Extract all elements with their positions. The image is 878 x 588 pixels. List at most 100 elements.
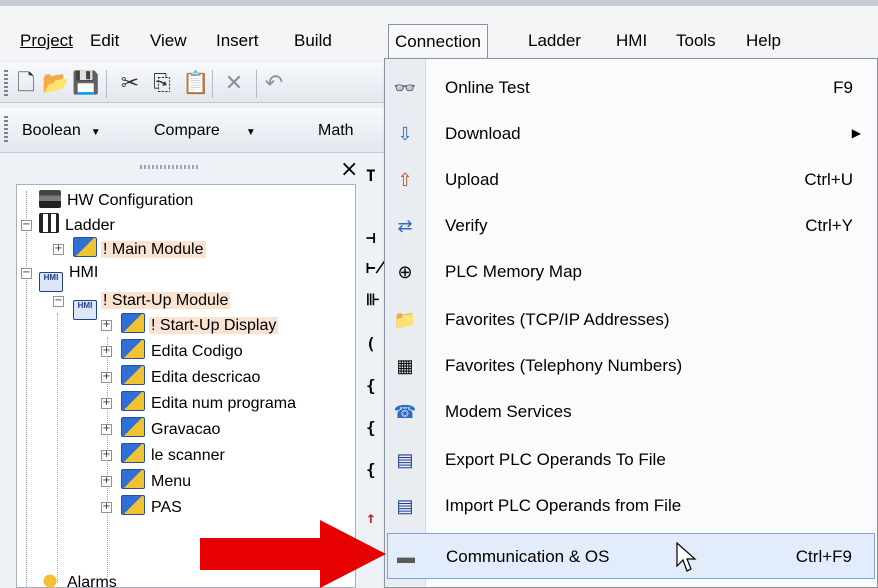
menu-build[interactable]: Build — [288, 26, 338, 56]
menu-item-favorites-telephony[interactable]: ▦ Favorites (Telephony Numbers) — [387, 343, 875, 389]
compare-dropdown[interactable]: Compare ▼ — [154, 118, 256, 144]
toolbar-grip[interactable] — [4, 116, 8, 142]
menu-item-import-operands[interactable]: ▤ Import PLC Operands from File — [387, 483, 875, 529]
verify-icon: ⇄ — [397, 216, 413, 236]
menu-item-label: Download — [445, 124, 521, 143]
set-coil-icon[interactable]: { — [366, 376, 376, 395]
tree-node-le-scanner[interactable]: le scanner — [121, 443, 227, 467]
menu-item-communication-os[interactable]: ▬ Communication & OS Ctrl+F9 — [387, 533, 875, 579]
p-contact-icon[interactable]: ⊪ — [366, 290, 380, 309]
menu-build-label: Build — [294, 31, 332, 50]
display-icon — [121, 391, 145, 411]
expand-icon[interactable]: + — [101, 346, 112, 357]
menu-ladder[interactable]: Ladder — [522, 26, 587, 56]
tree-node-start-up-display[interactable]: ! Start-Up Display — [121, 313, 279, 337]
collapse-icon[interactable]: − — [53, 296, 64, 307]
menu-item-modem-services[interactable]: ☎ Modem Services — [387, 389, 875, 435]
tree-node-edita-num-programa[interactable]: Edita num programa — [121, 391, 298, 415]
menu-item-download[interactable]: ⇩ Download ▶ — [387, 111, 875, 157]
tree-node-label: HMI — [69, 264, 99, 281]
menu-tools[interactable]: Tools — [670, 26, 722, 56]
menu-bar: Project Edit View Insert Build Connectio… — [0, 0, 878, 65]
menu-edit[interactable]: Edit — [84, 26, 125, 56]
reset-coil-icon[interactable]: { — [366, 418, 376, 437]
hardware-icon — [39, 190, 61, 208]
expand-icon[interactable]: + — [101, 476, 112, 487]
new-file-icon[interactable]: 🗋 — [14, 72, 38, 96]
boolean-dropdown[interactable]: Boolean ▼ — [22, 118, 101, 144]
tree-node-label: ! Main Module — [101, 241, 206, 258]
toolbar-grip[interactable] — [4, 70, 8, 96]
expand-icon[interactable]: + — [101, 424, 112, 435]
panel-grip[interactable] — [140, 165, 200, 169]
menu-project[interactable]: Project — [14, 26, 79, 56]
menu-item-label: PLC Memory Map — [445, 262, 582, 281]
menu-item-favorites-tcpip[interactable]: 📁 Favorites (TCP/IP Addresses) — [387, 297, 875, 343]
tree-node-label: HW Configuration — [67, 192, 194, 209]
ladder-icon — [39, 213, 59, 233]
boolean-dropdown-label: Boolean — [22, 122, 81, 139]
contact-icon[interactable]: ⊣ — [366, 228, 376, 247]
hmi-icon: HMI — [73, 300, 97, 320]
tree-node-start-up-module[interactable]: HMI! Start-Up Module — [73, 289, 231, 320]
menu-item-export-operands[interactable]: ▤ Export PLC Operands To File — [387, 437, 875, 483]
menu-project-label: Project — [20, 31, 73, 50]
menu-item-plc-memory-map[interactable]: ⊕ PLC Memory Map — [387, 249, 875, 295]
math-dropdown-label: Math — [318, 122, 354, 139]
display-icon — [121, 469, 145, 489]
menu-view[interactable]: View — [144, 26, 193, 56]
tree-node-main-module[interactable]: ! Main Module — [73, 237, 206, 261]
close-icon[interactable]: × — [340, 158, 358, 182]
expand-icon[interactable]: + — [101, 450, 112, 461]
menu-hmi[interactable]: HMI — [610, 26, 653, 56]
menu-help[interactable]: Help — [740, 26, 787, 56]
menu-item-shortcut: Ctrl+Y — [805, 216, 853, 235]
mouse-cursor-icon — [676, 542, 697, 572]
paste-icon[interactable]: 📋 — [182, 72, 209, 96]
menu-item-verify[interactable]: ⇄ Verify Ctrl+Y — [387, 203, 875, 249]
ladder-tool-icon[interactable]: T — [366, 166, 376, 185]
tree-node-edita-codigo[interactable]: Edita Codigo — [121, 339, 245, 363]
expand-icon[interactable]: + — [101, 398, 112, 409]
expand-icon[interactable]: + — [53, 244, 64, 255]
math-dropdown[interactable]: Math — [318, 118, 354, 144]
tree-node-gravacao[interactable]: Gravacao — [121, 417, 222, 441]
tree-node-edita-descricao[interactable]: Edita descricao — [121, 365, 262, 389]
tree-node-ladder[interactable]: Ladder — [39, 213, 117, 237]
expand-icon[interactable]: + — [101, 372, 112, 383]
reset-block-icon[interactable]: { — [366, 460, 376, 479]
nc-contact-icon[interactable]: ⊬ — [366, 258, 385, 277]
cut-icon[interactable]: ✂ — [118, 72, 142, 96]
expand-icon[interactable]: + — [101, 320, 112, 331]
tree-node-menu[interactable]: Menu — [121, 469, 193, 493]
communication-icon: ▬ — [397, 547, 415, 567]
toolbar-separator — [256, 70, 257, 98]
menu-item-label: Communication & OS — [446, 547, 610, 566]
open-folder-icon[interactable]: 📂 — [42, 72, 69, 96]
project-panel-header — [16, 160, 356, 184]
collapse-icon[interactable]: − — [21, 220, 32, 231]
menu-item-label: Online Test — [445, 78, 530, 97]
display-icon — [121, 339, 145, 359]
menu-item-upload[interactable]: ⇧ Upload Ctrl+U — [387, 157, 875, 203]
tree-node-alarms[interactable]: Alarms — [39, 571, 119, 587]
copy-icon[interactable]: ⎘ — [150, 72, 174, 96]
tree-node-pas[interactable]: PAS — [121, 495, 184, 519]
menu-view-label: View — [150, 31, 187, 50]
tree-node-label: Edita descricao — [151, 369, 261, 386]
menu-insert[interactable]: Insert — [210, 26, 265, 56]
save-icon[interactable]: 💾 — [72, 72, 99, 96]
coil-icon[interactable]: ( — [366, 334, 376, 353]
undo-icon[interactable]: ↶ — [262, 72, 286, 96]
menu-item-label: Favorites (Telephony Numbers) — [445, 356, 683, 375]
toolbar-separator — [106, 70, 107, 98]
upload-icon: ⇧ — [397, 170, 413, 190]
menu-item-shortcut: F9 — [833, 78, 853, 97]
tree-node-hw-configuration[interactable]: HW Configuration — [39, 189, 195, 213]
collapse-icon[interactable]: − — [21, 268, 32, 279]
menu-item-online-test[interactable]: 👓 Online Test F9 — [387, 65, 875, 111]
expand-icon[interactable]: + — [101, 502, 112, 513]
tree-node-hmi[interactable]: HMI HMI — [39, 261, 100, 292]
tree-node-label: Edita Codigo — [151, 343, 243, 360]
delete-icon[interactable]: ✕ — [222, 72, 246, 96]
